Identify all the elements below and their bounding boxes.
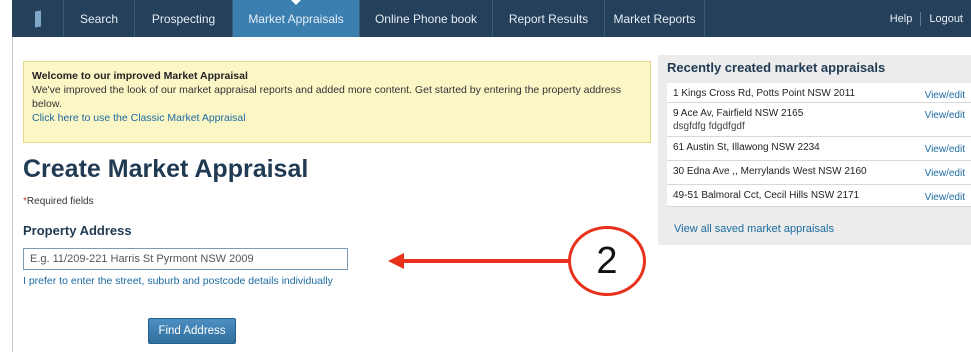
notice-body: We've improved the look of our market ap… bbox=[32, 84, 621, 110]
nav-item-search[interactable]: Search bbox=[64, 0, 135, 37]
required-text: Required fields bbox=[26, 196, 94, 207]
view-edit-link[interactable]: View/edit bbox=[925, 107, 965, 132]
logo-icon bbox=[34, 9, 41, 28]
main-content: Welcome to our improved Market Appraisal… bbox=[12, 37, 651, 352]
view-edit-link[interactable]: View/edit bbox=[925, 87, 965, 101]
appraisal-address: 30 Edna Ave ,, Merrylands West NSW 2160 bbox=[673, 166, 867, 177]
notice-title: Welcome to our improved Market Appraisal bbox=[32, 70, 248, 82]
list-item: 49-51 Balmoral Cct, Cecil Hills NSW 2171… bbox=[667, 185, 971, 207]
top-nav-bar: Search Prospecting Market Appraisals Onl… bbox=[12, 0, 971, 37]
appraisal-address-text: 9 Ace Av, Fairfield NSW 2165 bbox=[673, 108, 804, 119]
view-all-appraisals-link[interactable]: View all saved market appraisals bbox=[674, 223, 834, 235]
classic-appraisal-link[interactable]: Click here to use the Classic Market App… bbox=[32, 111, 642, 125]
list-item: 9 Ace Av, Fairfield NSW 2165 dsgfdfg fdgd… bbox=[667, 103, 971, 137]
appraisal-address: 61 Austin St, Illawong NSW 2234 bbox=[673, 142, 820, 153]
appraisal-note: dsgfdfg fdgdfgdf bbox=[673, 121, 745, 132]
help-link[interactable]: Help bbox=[882, 13, 921, 25]
find-address-button[interactable]: Find Address bbox=[148, 318, 236, 344]
view-edit-link[interactable]: View/edit bbox=[925, 189, 965, 203]
recent-appraisals-list: 1 Kings Cross Rd, Potts Point NSW 2011 V… bbox=[667, 83, 971, 207]
appraisal-address: 1 Kings Cross Rd, Potts Point NSW 2011 bbox=[673, 88, 856, 99]
callout-step-number: 2 bbox=[568, 226, 646, 296]
appraisal-address: 9 Ace Av, Fairfield NSW 2165 dsgfdfg fdgd… bbox=[673, 107, 803, 132]
list-item: 30 Edna Ave ,, Merrylands West NSW 2160 … bbox=[667, 161, 971, 185]
callout-arrow-head-icon bbox=[388, 253, 404, 269]
nav-item-online-phone-book[interactable]: Online Phone book bbox=[360, 0, 493, 37]
logout-link[interactable]: Logout bbox=[921, 13, 971, 25]
list-item: 61 Austin St, Illawong NSW 2234 View/edi… bbox=[667, 137, 971, 161]
property-address-input[interactable] bbox=[23, 248, 348, 270]
recent-appraisals-panel: Recently created market appraisals 1 Kin… bbox=[658, 55, 971, 245]
nav-utility-links: Help Logout bbox=[882, 0, 971, 37]
nav-item-market-appraisals[interactable]: Market Appraisals bbox=[233, 0, 360, 37]
recent-appraisals-title: Recently created market appraisals bbox=[667, 60, 886, 75]
view-edit-link[interactable]: View/edit bbox=[925, 141, 965, 156]
nav-item-prospecting[interactable]: Prospecting bbox=[135, 0, 233, 37]
manual-address-link[interactable]: I prefer to enter the street, suburb and… bbox=[23, 275, 333, 287]
view-edit-link[interactable]: View/edit bbox=[925, 165, 965, 180]
list-item: 1 Kings Cross Rd, Potts Point NSW 2011 V… bbox=[667, 83, 971, 103]
callout-arrow-line bbox=[400, 259, 570, 263]
brand-logo[interactable] bbox=[12, 0, 64, 37]
nav-item-report-results[interactable]: Report Results bbox=[493, 0, 605, 37]
page-title: Create Market Appraisal bbox=[23, 155, 309, 183]
required-fields-note: *Required fields bbox=[23, 196, 94, 207]
property-address-heading: Property Address bbox=[23, 223, 132, 238]
appraisal-address: 49-51 Balmoral Cct, Cecil Hills NSW 2171 bbox=[673, 190, 860, 201]
main-nav: Search Prospecting Market Appraisals Onl… bbox=[64, 0, 705, 37]
welcome-notice: Welcome to our improved Market Appraisal… bbox=[23, 61, 651, 143]
nav-item-market-reports[interactable]: Market Reports bbox=[605, 0, 705, 37]
